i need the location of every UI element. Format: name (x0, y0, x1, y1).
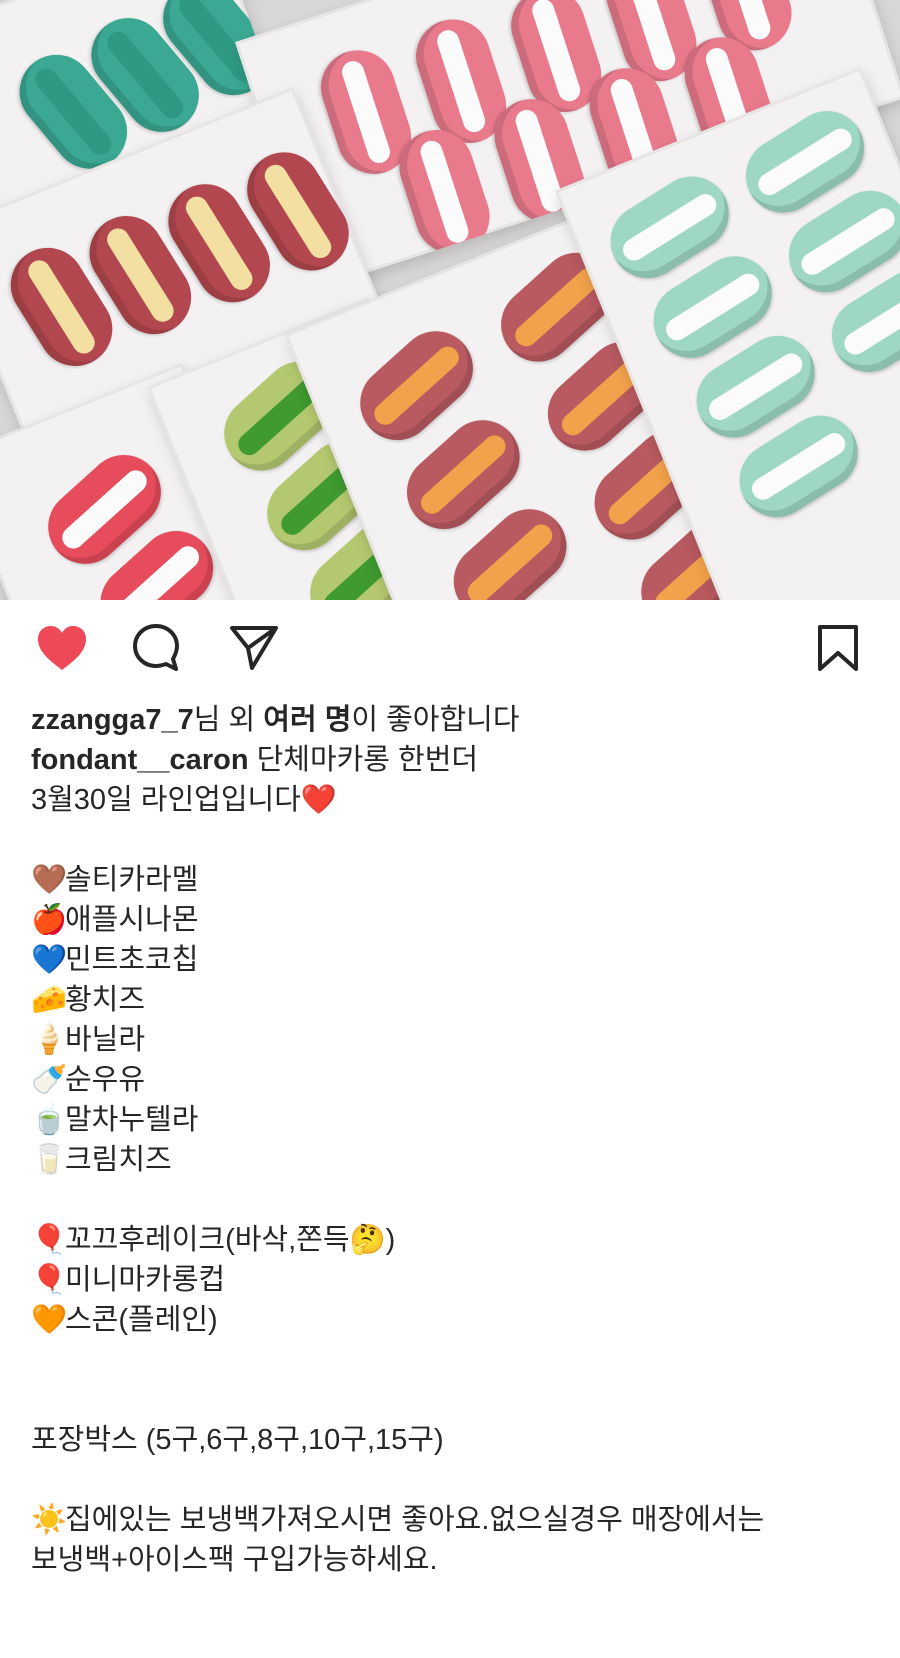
likes-line: zzangga7_7님 외 여러 명이 좋아합니다 (31, 700, 520, 740)
share-button[interactable] (226, 620, 282, 676)
caption-emoji-icon: 🍼 (31, 1064, 68, 1096)
comment-button[interactable] (128, 620, 184, 676)
liker-username[interactable]: zzangga7_7 (31, 704, 194, 736)
caption-emoji-icon: ☀️ (31, 1504, 68, 1536)
post-caption: fondant__caron 단체마카롱 한번더 3월30일 라인업입니다❤️ 🤎… (31, 740, 871, 1580)
caption-line: ☀️집에있는 보냉백가져오시면 좋아요.없으실경우 매장에서는 (31, 1500, 871, 1540)
caption-emoji-icon: 🍵 (31, 1104, 68, 1136)
caption-line: 포장박스 (5구,6구,8구,10구,15구) (31, 1420, 871, 1460)
caption-line: 🎈꼬끄후레이크(바삭,쫀득🤔) (31, 1220, 871, 1260)
caption-line (31, 1460, 871, 1500)
caption-emoji-icon: 🤎 (31, 864, 68, 896)
caption-first-line: fondant__caron 단체마카롱 한번더 (31, 740, 871, 780)
post-action-bar (0, 620, 900, 680)
caption-line (31, 1340, 871, 1380)
caption-line: 💙민트초코칩 (31, 940, 871, 980)
caption-line: 🧡스콘(플레인) (31, 1300, 871, 1340)
post-image[interactable] (0, 0, 900, 600)
caption-line-text: 포장박스 (5구,6구,8구,10구,15구) (31, 1424, 444, 1456)
caption-line-text: 집에있는 보냉백가져오시면 좋아요.없으실경우 매장에서는 (65, 1504, 765, 1536)
paper-plane-icon (230, 626, 278, 670)
caption-emoji-icon: 🥛 (31, 1144, 68, 1176)
caption-line: 🤎솔티카라멜 (31, 860, 871, 900)
heart-icon (38, 626, 86, 670)
caption-line (31, 1380, 871, 1420)
caption-line (31, 1180, 871, 1220)
caption-line-text: 보냉백+아이스팩 구입가능하세요. (31, 1544, 438, 1576)
caption-emoji-icon: 💙 (31, 944, 68, 976)
caption-emoji-icon: 🎈 (31, 1224, 68, 1256)
caption-line: 🍵말차누텔라 (31, 1100, 871, 1140)
comment-icon (133, 624, 179, 671)
caption-line-text: 스콘(플레인) (65, 1304, 218, 1336)
caption-line (31, 820, 871, 860)
caption-line-text: 민트초코칩 (65, 944, 199, 976)
caption-emoji-icon: 🧀 (31, 984, 68, 1016)
save-button[interactable] (810, 620, 866, 676)
caption-line-text: 미니마카롱컵 (65, 1264, 226, 1296)
caption-line: 🍎애플시나몬 (31, 900, 871, 940)
caption-line: 🎈미니마카롱컵 (31, 1260, 871, 1300)
caption-text: 단체마카롱 한번더 (248, 744, 479, 776)
caption-line-text: 바닐라 (65, 1024, 146, 1056)
caption-emoji-icon: 🍦 (31, 1024, 68, 1056)
caption-line-text: 꼬끄후레이크(바삭,쫀득🤔) (65, 1224, 396, 1256)
bookmark-icon (818, 625, 858, 671)
caption-line: 🍦바닐라 (31, 1020, 871, 1060)
caption-line-text: 솔티카라멜 (65, 864, 199, 896)
caption-emoji-icon: 🎈 (31, 1264, 68, 1296)
caption-username[interactable]: fondant__caron (31, 744, 249, 776)
likes-others-link[interactable]: 여러 명 (263, 704, 351, 736)
caption-line-text: 말차누텔라 (65, 1104, 199, 1136)
caption-line-text: 애플시나몬 (65, 904, 199, 936)
caption-lines: 3월30일 라인업입니다❤️ 🤎솔티카라멜 🍎애플시나몬 💙민트초코칩 🧀황치즈 🍦바닐라… (31, 780, 871, 1580)
caption-line-text: 크림치즈 (65, 1144, 172, 1176)
caption-emoji-icon: 🧡 (31, 1304, 68, 1336)
caption-line: 🍼순우유 (31, 1060, 871, 1100)
caption-line-text: 순우유 (65, 1064, 146, 1096)
likes-text: 님 외 (193, 704, 264, 736)
caption-line: 보냉백+아이스팩 구입가능하세요. (31, 1540, 871, 1580)
caption-line-text: 3월30일 라인업입니다❤️ (31, 784, 337, 816)
caption-line-text: 황치즈 (65, 984, 146, 1016)
caption-emoji-icon: 🍎 (31, 904, 68, 936)
caption-line: 🧀황치즈 (31, 980, 871, 1020)
caption-line: 3월30일 라인업입니다❤️ (31, 780, 871, 820)
caption-line: 🥛크림치즈 (31, 1140, 871, 1180)
likes-text-end: 이 좋아합니다 (351, 704, 520, 736)
like-button[interactable] (34, 620, 90, 676)
